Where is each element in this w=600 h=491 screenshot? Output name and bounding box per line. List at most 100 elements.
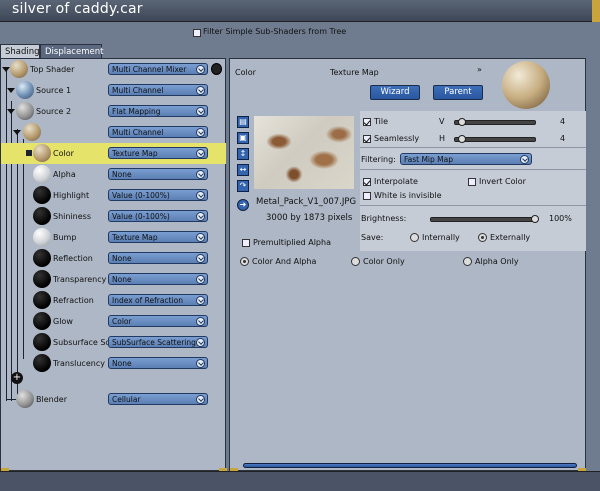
shader-sphere-icon: [33, 228, 51, 246]
open-folder-icon[interactable]: ▣: [237, 132, 249, 144]
tree-node-blender[interactable]: Blender Cellular: [1, 389, 226, 410]
node-dropdown[interactable]: Multi Channel: [108, 126, 208, 138]
tile-slider-knob[interactable]: [458, 118, 466, 126]
node-label: Top Shader: [30, 65, 75, 74]
texture-settings-block: Tile V 4 Seamlessly H 4 Filtering: Fast …: [360, 111, 586, 251]
brightness-slider-knob[interactable]: [531, 215, 539, 223]
tree-node-highlight[interactable]: Highlight Value (0-100%): [1, 185, 226, 206]
mode-alpha-only-radio[interactable]: [463, 257, 472, 266]
chevron-down-icon: [196, 86, 205, 95]
white-invisible-checkbox[interactable]: [363, 192, 371, 200]
node-dropdown[interactable]: Flat Mapping: [108, 105, 208, 117]
chevron-down-icon: [196, 254, 205, 263]
filtering-dropdown[interactable]: Fast Mip Map: [400, 153, 532, 165]
flip-vertical-icon[interactable]: ↕: [237, 148, 249, 160]
expand-triangle-icon[interactable]: [7, 88, 15, 93]
shader-sphere-icon: [16, 102, 34, 120]
brightness-value[interactable]: 100%: [549, 214, 572, 223]
tree-node-reflection[interactable]: Reflection None: [1, 248, 226, 269]
node-dropdown[interactable]: Multi Channel: [108, 84, 208, 96]
node-dropdown[interactable]: None: [108, 252, 208, 264]
expand-triangle-icon[interactable]: [7, 109, 15, 114]
tree-node-refraction[interactable]: Refraction Index of Refraction: [1, 290, 226, 311]
tree-node-alpha[interactable]: Alpha None: [1, 164, 226, 185]
trash-icon[interactable]: [211, 63, 222, 75]
texture-thumbnail[interactable]: [254, 116, 354, 189]
open-file-icon[interactable]: ▤: [237, 116, 249, 128]
tree-node-transparency[interactable]: Transparency None: [1, 269, 226, 290]
save-label: Save:: [361, 233, 384, 242]
tile-value[interactable]: 4: [560, 117, 565, 126]
wizard-button[interactable]: Wizard: [370, 85, 420, 100]
node-dropdown[interactable]: Multi Channel Mixer: [108, 63, 208, 75]
node-label: Bump: [53, 233, 77, 242]
shader-sphere-icon: [33, 270, 51, 288]
chevron-down-icon: [196, 128, 205, 137]
dropdown-value: None: [112, 170, 132, 179]
tree-node-bump[interactable]: Bump Texture Map: [1, 227, 226, 248]
node-dropdown[interactable]: Value (0-100%): [108, 189, 208, 201]
node-label: Source 2: [36, 107, 72, 116]
horizontal-scrollbar[interactable]: [243, 463, 577, 468]
shader-sphere-icon: [33, 312, 51, 330]
invert-color-checkbox[interactable]: [468, 178, 476, 186]
node-dropdown[interactable]: Value (0-100%): [108, 210, 208, 222]
rotate-icon[interactable]: ↷: [237, 180, 249, 192]
expand-triangle-icon[interactable]: [2, 67, 10, 72]
save-internally-radio[interactable]: [410, 233, 419, 242]
tree-node-translucency[interactable]: Translucency None: [1, 353, 226, 374]
node-dropdown[interactable]: Texture Map: [108, 147, 208, 159]
tree-node-multi-channel[interactable]: Multi Channel: [1, 122, 226, 143]
node-dropdown[interactable]: Color: [108, 315, 208, 327]
filter-checkbox[interactable]: [193, 29, 201, 37]
shader-type: Texture Map: [330, 68, 379, 77]
tree-node-glow[interactable]: Glow Color: [1, 311, 226, 332]
filtering-label: Filtering:: [361, 155, 396, 164]
node-label: Translucency: [53, 359, 105, 368]
tab-shading[interactable]: Shading: [0, 44, 40, 58]
node-label: Subsurface Sc: [53, 338, 110, 347]
parent-button[interactable]: Parent: [433, 85, 483, 100]
node-dropdown[interactable]: Texture Map: [108, 231, 208, 243]
premultiplied-alpha-checkbox[interactable]: [242, 239, 250, 247]
chevron-down-icon: [196, 233, 205, 242]
seamlessly-slider-knob[interactable]: [458, 135, 466, 143]
tile-checkbox[interactable]: [363, 118, 371, 126]
tab-displacement[interactable]: Displacement: [40, 44, 103, 58]
titlebar-grip[interactable]: [592, 0, 600, 22]
node-dropdown[interactable]: None: [108, 273, 208, 285]
mode-color-alpha-radio[interactable]: [240, 257, 249, 266]
seamlessly-slider-track[interactable]: [454, 137, 536, 142]
chevron-down-icon: [196, 296, 205, 305]
node-dropdown[interactable]: SubSurface Scattering: [108, 336, 208, 348]
tree-node-subsurface[interactable]: Subsurface Sc SubSurface Scattering: [1, 332, 226, 353]
node-dropdown[interactable]: Index of Refraction: [108, 294, 208, 306]
interpolate-checkbox[interactable]: [363, 178, 371, 186]
mode-color-only-radio[interactable]: [351, 257, 360, 266]
node-label: Shininess: [53, 212, 91, 221]
tile-slider-track[interactable]: [454, 120, 536, 125]
seamlessly-checkbox[interactable]: [363, 135, 371, 143]
node-dropdown[interactable]: Cellular: [108, 393, 208, 405]
tree-node-top-shader[interactable]: Top Shader Multi Channel Mixer: [1, 59, 226, 80]
add-node-icon[interactable]: +: [11, 372, 23, 384]
save-externally-radio[interactable]: [478, 233, 487, 242]
flip-horizontal-icon[interactable]: ↔: [237, 164, 249, 176]
brightness-slider-track[interactable]: [430, 217, 538, 222]
tree-node-source-1[interactable]: Source 1 Multi Channel: [1, 80, 226, 101]
tree-node-source-2[interactable]: Source 2 Flat Mapping: [1, 101, 226, 122]
shader-sphere-icon: [33, 354, 51, 372]
premultiplied-alpha-label: Premultiplied Alpha: [253, 238, 331, 247]
seamlessly-value[interactable]: 4: [560, 134, 565, 143]
shader-sphere-icon: [33, 144, 51, 162]
info-arrow-icon[interactable]: ➜: [237, 199, 249, 211]
node-dropdown[interactable]: None: [108, 357, 208, 369]
expand-triangle-icon[interactable]: [13, 130, 21, 135]
chevron-down-icon: [196, 65, 205, 74]
divider: [360, 147, 586, 148]
tree-node-color[interactable]: Color Texture Map: [1, 143, 226, 164]
tree-node-shininess[interactable]: Shininess Value (0-100%): [1, 206, 226, 227]
node-dropdown[interactable]: None: [108, 168, 208, 180]
collapse-chevron-icon[interactable]: »: [477, 65, 482, 74]
window-title: silver of caddy.car: [12, 1, 143, 17]
